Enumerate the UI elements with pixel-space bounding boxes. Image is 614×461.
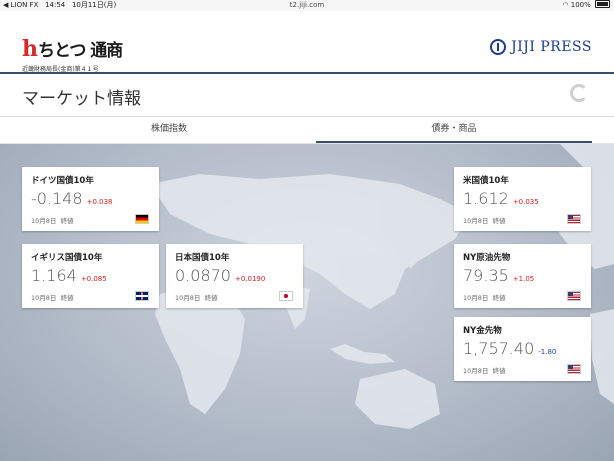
- germany-flag-icon: [135, 214, 149, 224]
- card-date: 10月8日: [31, 294, 57, 302]
- url-label: t2.jiji.com: [289, 1, 325, 9]
- status-bar: ◀ LION FX 14:54 10月11日(月) t2.jiji.com ◠ …: [0, 0, 614, 11]
- card-date: 10月8日: [31, 217, 57, 225]
- card-date: 10月8日: [463, 294, 489, 302]
- card-value: 1,757.40: [463, 339, 535, 358]
- battery-icon: [595, 0, 610, 8]
- jiji-press-label: JIJI PRESS: [511, 39, 592, 55]
- jiji-press-logo[interactable]: JIJI PRESS: [490, 36, 592, 58]
- japan-flag-icon: [279, 291, 293, 301]
- card-change: +0.085: [80, 275, 107, 283]
- market-card-germany[interactable]: ドイツ国債10年 -0.148 +0.038 10月8日 終値: [22, 167, 159, 231]
- title-bar: マーケット情報: [0, 74, 614, 117]
- jiji-mark-icon: [490, 39, 507, 55]
- card-change: +0.038: [86, 198, 113, 206]
- battery-percent: 100%: [570, 1, 591, 9]
- card-value: 79.35: [463, 266, 509, 285]
- market-card-japan[interactable]: 日本国債10年 0.0870 +0.0190 10月8日 終値: [166, 244, 303, 308]
- card-value: 1.164: [31, 266, 77, 285]
- card-change: +0.0190: [234, 275, 266, 283]
- card-value: 1.612: [463, 189, 509, 208]
- card-name: NY原油先物: [463, 253, 511, 263]
- hitotsu-logo[interactable]: hちとつ 通商 近畿財務局長(金商)第４１号: [22, 36, 123, 73]
- card-value: -0.148: [31, 189, 83, 208]
- logo-name: ちとつ 通商: [38, 41, 123, 61]
- us-flag-icon: [567, 364, 581, 374]
- card-name: 米国債10年: [463, 176, 509, 186]
- logo-h-mark: h: [22, 36, 38, 62]
- card-date: 10月8日: [175, 294, 201, 302]
- market-card-uk[interactable]: イギリス国債10年 1.164 +0.085 10月8日 終値: [22, 244, 159, 308]
- site-header: hちとつ 通商 近畿財務局長(金商)第４１号 JIJI PRESS: [0, 12, 614, 74]
- card-name: ドイツ国債10年: [31, 176, 94, 186]
- card-name: 日本国債10年: [175, 253, 230, 263]
- market-card-ny-crude[interactable]: NY原油先物 79.35 +1.05 10月8日 終値: [454, 244, 591, 308]
- refresh-icon[interactable]: [570, 84, 588, 102]
- card-date: 10月8日: [463, 217, 489, 225]
- card-change: +0.035: [512, 198, 539, 206]
- card-status: 終値: [204, 294, 218, 302]
- us-flag-icon: [567, 214, 581, 224]
- us-flag-icon: [567, 291, 581, 301]
- card-change: +1.05: [512, 275, 535, 283]
- card-name: NY金先物: [463, 326, 502, 336]
- card-status: 終値: [492, 294, 506, 302]
- market-card-us-bond[interactable]: 米国債10年 1.612 +0.035 10月8日 終値: [454, 167, 591, 231]
- card-name: イギリス国債10年: [31, 253, 103, 263]
- card-date: 10月8日: [463, 367, 489, 375]
- card-value: 0.0870: [175, 266, 231, 285]
- tab-bonds-commodities[interactable]: 債券・商品: [316, 117, 592, 143]
- tab-stock-index[interactable]: 株価指数: [22, 117, 316, 143]
- logo-license: 近畿財務局長(金商)第４１号: [22, 66, 99, 73]
- market-card-ny-gold[interactable]: NY金先物 1,757.40 -1.80 10月8日 終値: [454, 317, 591, 381]
- card-status: 終値: [492, 217, 506, 225]
- page-title: マーケット情報: [22, 89, 141, 109]
- card-change: -1.80: [538, 348, 557, 356]
- tab-bar: 株価指数 債券・商品: [0, 117, 614, 144]
- card-status: 終値: [60, 217, 74, 225]
- card-status: 終値: [60, 294, 74, 302]
- card-status: 終値: [492, 367, 506, 375]
- uk-flag-icon: [135, 291, 149, 301]
- wifi-icon: ◠: [562, 1, 569, 9]
